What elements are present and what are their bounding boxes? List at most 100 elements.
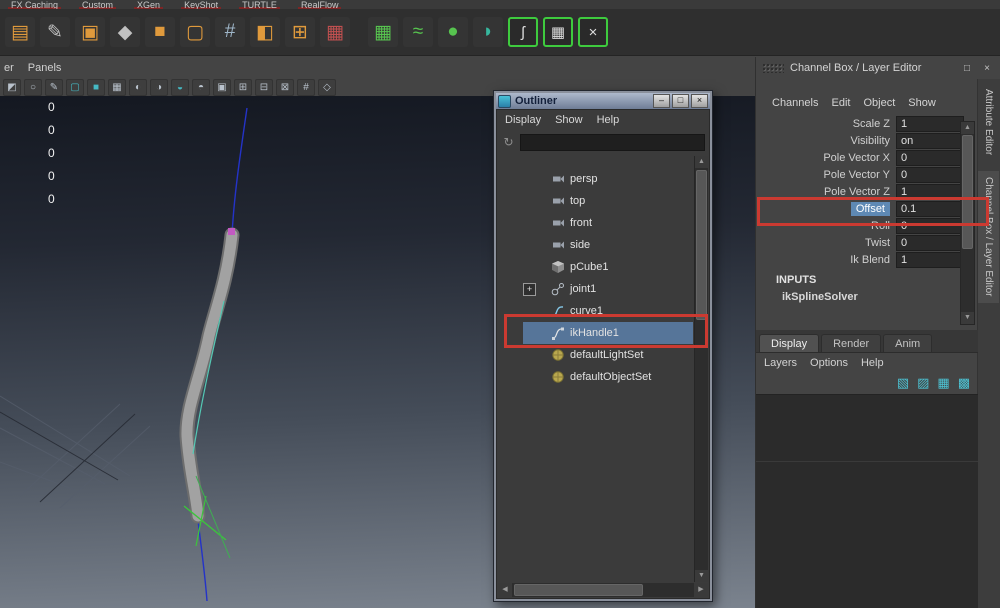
channel-row-pole-vector-z[interactable]: Pole Vector Z 1 [756,183,978,200]
maximize-button[interactable]: □ [672,94,689,108]
outliner-item-front[interactable]: front [497,212,693,234]
grid-bracket-icon[interactable]: ▦ [543,17,573,47]
tab-channel-box-layer-editor[interactable]: Channel Box / Layer Editor [978,171,999,303]
menu-edit[interactable]: Edit [831,97,850,109]
shelf-tab-turtle[interactable]: TURTLE [239,0,280,9]
menu-layers[interactable]: Layers [764,357,797,369]
shelf-tab-realflow[interactable]: RealFlow [297,0,342,9]
tab-display[interactable]: Display [759,334,820,352]
lattice-icon[interactable]: # [215,17,245,47]
outliner-item-defaultobjectset[interactable]: defaultObjectSet [497,366,693,388]
tab-anim[interactable]: Anim [883,334,933,352]
cross-bracket-icon[interactable]: × [578,17,608,47]
wireframe-icon[interactable]: ▢ [66,78,84,96]
sculpt-blob-icon[interactable]: ● [438,17,468,47]
add-render-layer-icon[interactable]: ▦ [937,375,949,391]
cube-stack-icon[interactable]: ▣ [75,17,105,47]
scroll-down-arrow[interactable]: ▼ [961,312,974,324]
resolution-gate-icon[interactable]: ⊞ [234,78,252,96]
channel-value-field[interactable]: 0 [896,149,964,166]
horizontal-scrollbar[interactable]: ◀ ▶ [498,583,708,597]
pencil-tool-icon[interactable]: ✎ [40,17,70,47]
scrollbar-track[interactable] [512,583,694,597]
close-icon[interactable]: × [980,63,994,74]
menu-show[interactable]: Show [908,97,936,109]
outliner-item-top[interactable]: top [497,190,693,212]
channel-value-field[interactable]: 0.1 [896,200,964,217]
multi-component-icon[interactable]: ▦ [320,17,350,47]
search-input[interactable] [520,133,705,151]
sculpt-wave-icon[interactable]: ≈ [403,17,433,47]
smooth-mesh-icon[interactable]: ◗ [473,17,503,47]
xray-icon[interactable]: ◓ [192,78,210,96]
menu-help[interactable]: Help [861,357,884,369]
channel-label[interactable]: Pole Vector X [823,152,890,164]
scroll-up-arrow[interactable]: ▲ [961,122,974,134]
scroll-left-arrow[interactable]: ◀ [498,583,512,597]
add-empty-layer-icon[interactable]: ▧ [897,375,909,391]
channel-label[interactable]: Visibility [850,135,890,147]
outliner-item-curve1[interactable]: curve1 [497,300,693,322]
channel-value-field[interactable]: 1 [896,115,964,132]
component-points-icon[interactable]: ◆ [110,17,140,47]
menu-options[interactable]: Options [810,357,848,369]
channel-row-offset[interactable]: Offset 0.1 [756,200,978,217]
filter-refresh-icon[interactable]: ↻ [501,135,516,149]
outliner-item-pcube1[interactable]: pCube1 [497,256,693,278]
channel-row-twist[interactable]: Twist 0 [756,234,978,251]
scrollbar-thumb[interactable] [962,135,973,249]
grid-icon[interactable]: # [297,78,315,96]
menu-help[interactable]: Help [597,114,620,126]
menu-channels[interactable]: Channels [772,97,818,109]
poly-mesh-icon[interactable]: ▤ [5,17,35,47]
channel-row-scale-z[interactable]: Scale Z 1 [756,115,978,132]
select-icon[interactable]: ◩ [3,78,21,96]
shadows-icon[interactable]: ◑ [150,78,168,96]
channel-row-roll[interactable]: Roll 0 [756,217,978,234]
channel-box-scrollbar[interactable]: ▲ ▼ [960,121,975,325]
menu-display[interactable]: Display [505,114,541,126]
dock-icon[interactable]: □ [960,63,974,74]
channel-row-pole-vector-x[interactable]: Pole Vector X 0 [756,149,978,166]
paint-select-icon[interactable]: ✎ [45,78,63,96]
menu-renderer[interactable]: er [4,62,14,74]
scroll-right-arrow[interactable]: ▶ [694,583,708,597]
scroll-down-arrow[interactable]: ▼ [695,570,708,582]
menu-panels[interactable]: Panels [28,62,62,74]
channel-value-field[interactable]: 1 [896,251,964,268]
channel-value-field[interactable]: 0 [896,217,964,234]
shelf-tab-fx-caching[interactable]: FX Caching [8,0,62,9]
screen-ao-icon[interactable]: ◒ [171,78,189,96]
channel-row-pole-vector-y[interactable]: Pole Vector Y 0 [756,166,978,183]
outliner-item-side[interactable]: side [497,234,693,256]
minimize-button[interactable]: – [653,94,670,108]
lighting-icon[interactable]: ◐ [129,78,147,96]
snap-grid-icon[interactable]: ⊞ [285,17,315,47]
tab-attribute-editor[interactable]: Attribute Editor [978,83,999,161]
channel-row-ik-blend[interactable]: Ik Blend 1 [756,251,978,268]
shelf-tab-xgen[interactable]: XGen [134,0,164,9]
shelf-tab-custom[interactable]: Custom [79,0,117,9]
shaded-icon[interactable]: ■ [87,78,105,96]
channel-value-field[interactable]: 0 [896,234,964,251]
channel-label[interactable]: Roll [871,220,890,232]
add-layer-selected-icon[interactable]: ▨ [917,375,929,391]
isolate-select-icon[interactable]: ◇ [318,78,336,96]
poly-cube-icon[interactable]: ■ [145,17,175,47]
menu-object[interactable]: Object [863,97,895,109]
textured-icon[interactable]: ▦ [108,78,126,96]
shelf-tab-keyshot[interactable]: KeyShot [181,0,222,9]
outliner-item-defaultlightset[interactable]: defaultLightSet [497,344,693,366]
outliner-titlebar[interactable]: Outliner – □ × [496,93,710,109]
outliner-item-persp[interactable]: persp [497,168,693,190]
scrollbar-thumb[interactable] [696,170,707,320]
channel-value-field[interactable]: 0 [896,166,964,183]
channel-label[interactable]: Twist [865,237,890,249]
drag-grip-icon[interactable] [762,63,784,73]
channel-row-visibility[interactable]: Visibility on [756,132,978,149]
channel-label[interactable]: Pole Vector Z [824,186,890,198]
lasso-icon[interactable]: ○ [24,78,42,96]
extrude-icon[interactable]: ◧ [250,17,280,47]
spline-ik-bracket-icon[interactable]: ʃ [508,17,538,47]
scrollbar-thumb[interactable] [514,584,644,596]
